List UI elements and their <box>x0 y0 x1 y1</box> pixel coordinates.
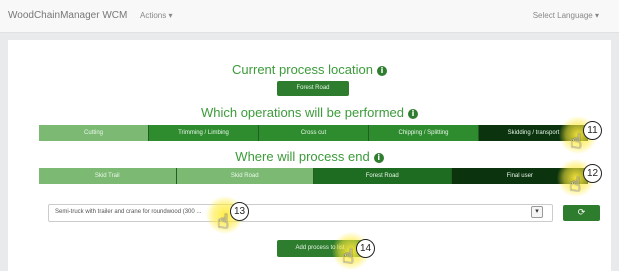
info-icon[interactable]: i <box>376 66 387 76</box>
location-title: Current process location i <box>8 62 611 77</box>
end-skid-road[interactable]: Skid Road <box>176 168 314 184</box>
refresh-icon[interactable]: ⟳ <box>563 205 600 221</box>
hand-pointer-icon: ☝ <box>569 172 582 196</box>
info-icon[interactable]: i <box>373 153 384 163</box>
end-forest-road[interactable]: Forest Road <box>314 168 452 184</box>
navbar: WoodChainManager WCM Actions ▾ Select La… <box>0 0 619 33</box>
end-title-text: Where will process end <box>235 149 370 164</box>
language-select[interactable]: Select Language ▾ <box>533 11 599 20</box>
end-title: Where will process end i <box>8 149 611 164</box>
operation-cutting[interactable]: Cutting <box>39 125 149 141</box>
step-marker-12: 12 <box>583 164 602 183</box>
machine-select[interactable]: Semi-truck with trailer and crane for ro… <box>48 204 553 222</box>
actions-menu[interactable]: Actions ▾ <box>140 11 172 20</box>
step-marker-14: 14 <box>356 239 375 258</box>
hand-pointer-icon: ☝ <box>217 209 230 233</box>
process-panel: Current process location i Forest Road Wh… <box>8 40 611 271</box>
hand-pointer-icon: ☝ <box>570 129 583 153</box>
step-marker-13: 13 <box>230 202 249 221</box>
machine-select-value: Semi-truck with trailer and crane for ro… <box>55 209 202 215</box>
operations-title-text: Which operations will be performed <box>200 105 405 120</box>
location-title-text: Current process location <box>232 62 373 77</box>
operation-cross-cut[interactable]: Cross cut <box>259 125 369 141</box>
chevron-down-icon[interactable]: ▾ <box>531 206 543 218</box>
end-skid-trail[interactable]: Skid Trail <box>39 168 177 184</box>
operations-title: Which operations will be performed i <box>8 105 611 120</box>
info-icon[interactable]: i <box>408 109 419 119</box>
app-brand[interactable]: WoodChainManager WCM <box>8 10 127 21</box>
end-segmented-control: Skid Trail Skid Road Forest Road Final u… <box>39 168 588 184</box>
operation-chipping-splitting[interactable]: Chipping / Splitting <box>369 125 479 141</box>
operation-trimming-limbing[interactable]: Trimming / Limbing <box>149 125 259 141</box>
operations-segmented-control: Cutting Trimming / Limbing Cross cut Chi… <box>39 125 588 141</box>
hand-pointer-icon: ☝ <box>342 244 355 268</box>
step-marker-11: 11 <box>583 121 602 140</box>
location-button[interactable]: Forest Road <box>277 81 349 96</box>
